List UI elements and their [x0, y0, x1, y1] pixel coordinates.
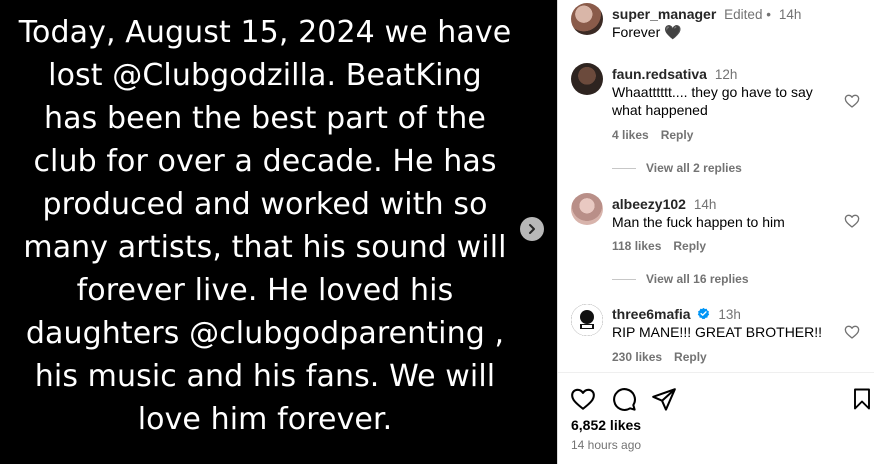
- next-slide-button[interactable]: [520, 217, 544, 241]
- action-bar: [558, 372, 874, 464]
- reply-button[interactable]: Reply: [673, 239, 706, 253]
- comment-header: three6mafia 13h: [612, 305, 741, 324]
- post-text-line: his music and his fans. We will: [34, 359, 496, 394]
- post-media: Today, August 15, 2024 we have lost @Clu…: [0, 0, 557, 464]
- comment-meta: 118 likes Reply: [612, 238, 706, 254]
- comment-likes[interactable]: 4 likes: [612, 128, 649, 142]
- post-text-line: lost @Clubgodzilla. BeatKing: [48, 58, 482, 93]
- comment-username[interactable]: three6mafia: [612, 306, 691, 322]
- view-replies-label: View all 16 replies: [646, 272, 749, 286]
- caption-time[interactable]: 14h: [779, 7, 802, 22]
- caption-header: super_manager Edited • 14h: [612, 5, 801, 24]
- post-text-line: love him forever.: [137, 402, 393, 437]
- comments-panel[interactable]: super_manager Edited • 14h Forever 🖤 fau…: [558, 0, 874, 372]
- comment-username[interactable]: faun.redsativa: [612, 66, 707, 82]
- caption-edited: Edited •: [724, 7, 771, 22]
- save-bookmark-icon[interactable]: [850, 386, 874, 412]
- avatar[interactable]: [571, 193, 603, 225]
- avatar[interactable]: [571, 3, 603, 35]
- post-text-line: Today, August 15, 2024 we have: [18, 15, 512, 50]
- comment-text: RIP MANE!!! GREAT BROTHER!!: [612, 324, 823, 340]
- caption-username[interactable]: super_manager: [612, 6, 716, 22]
- comment-meta: 230 likes Reply: [612, 349, 707, 365]
- three6mafia-logo-icon: [571, 304, 603, 336]
- post-text-line: daughters @clubgodparenting ,: [25, 316, 505, 351]
- post-text-line: produced and worked with so: [42, 187, 488, 222]
- verified-badge-icon: [698, 307, 710, 320]
- comment-likes[interactable]: 230 likes: [612, 350, 662, 364]
- share-paper-plane-icon[interactable]: [651, 386, 677, 412]
- comment-meta: 4 likes Reply: [612, 127, 693, 143]
- post-text-line: forever live. He loved his: [76, 273, 454, 308]
- post-text-line: club for over a decade. He has: [33, 144, 497, 179]
- reply-button[interactable]: Reply: [674, 350, 707, 364]
- post-text-line: many artists, that his sound will: [23, 230, 507, 265]
- like-comment-heart-icon[interactable]: [844, 213, 860, 229]
- replies-divider: [612, 279, 636, 281]
- avatar[interactable]: [571, 304, 603, 336]
- avatar[interactable]: [571, 63, 603, 95]
- view-replies-button[interactable]: View all 16 replies: [612, 271, 749, 287]
- comment-header: faun.redsativa 12h: [612, 65, 737, 84]
- comment-username[interactable]: albeezy102: [612, 196, 686, 212]
- like-comment-heart-icon[interactable]: [844, 324, 860, 340]
- view-replies-button[interactable]: View all 2 replies: [612, 160, 742, 176]
- like-heart-icon[interactable]: [570, 386, 596, 412]
- comment-time[interactable]: 14h: [694, 197, 717, 212]
- reply-button[interactable]: Reply: [661, 128, 694, 142]
- chevron-right-icon: [529, 224, 535, 234]
- comment-likes[interactable]: 118 likes: [612, 239, 661, 253]
- post-image-text: Today, August 15, 2024 we have lost @Clu…: [0, 11, 530, 441]
- comment-text: Man the fuck happen to him: [612, 214, 785, 230]
- comment-time[interactable]: 13h: [718, 307, 741, 322]
- like-comment-heart-icon[interactable]: [844, 93, 860, 109]
- replies-divider: [612, 168, 636, 170]
- post-text-line: has been the best part of the: [44, 101, 486, 136]
- comment-bubble-icon[interactable]: [611, 386, 637, 412]
- comment-time[interactable]: 12h: [715, 67, 738, 82]
- caption-text: Forever 🖤: [612, 24, 682, 40]
- view-replies-label: View all 2 replies: [646, 161, 742, 175]
- action-divider: [558, 372, 874, 373]
- comment-text: Whaatttttt.... they go have to say what …: [612, 84, 813, 118]
- comment-header: albeezy102 14h: [612, 195, 716, 214]
